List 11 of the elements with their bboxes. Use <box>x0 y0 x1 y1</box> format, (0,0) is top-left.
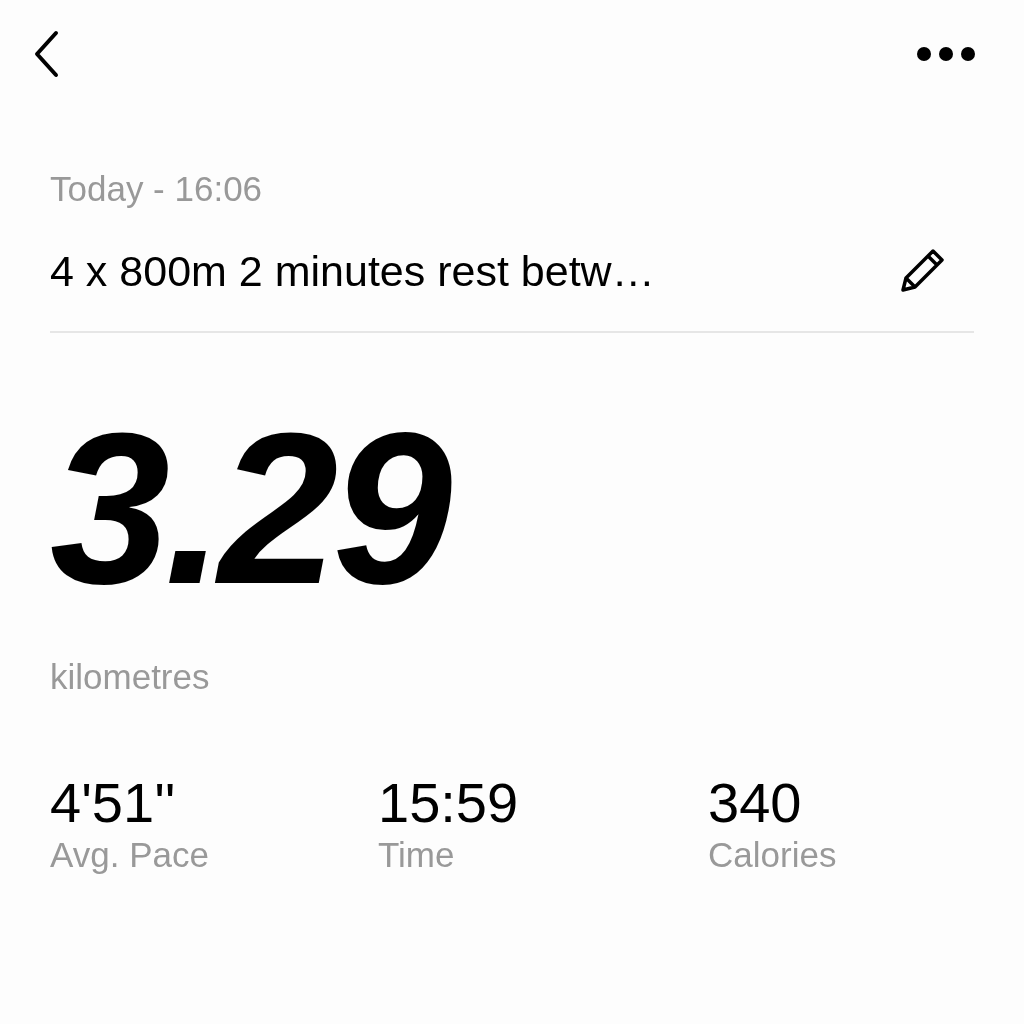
more-icon[interactable] <box>916 46 976 62</box>
stat-value: 4'51'' <box>50 773 176 833</box>
stat-label: Avg. Pace <box>50 834 209 876</box>
distance-unit: kilometres <box>50 656 210 698</box>
stat-label: Time <box>378 834 455 876</box>
distance-value: 3.29 <box>50 413 447 603</box>
stat-label: Calories <box>708 834 837 876</box>
stat-value: 15:59 <box>378 773 519 833</box>
date-text: Today - 16:06 <box>50 168 263 210</box>
stat-value: 340 <box>708 773 802 833</box>
workout-title: 4 x 800m 2 minutes rest betw… <box>50 246 655 297</box>
